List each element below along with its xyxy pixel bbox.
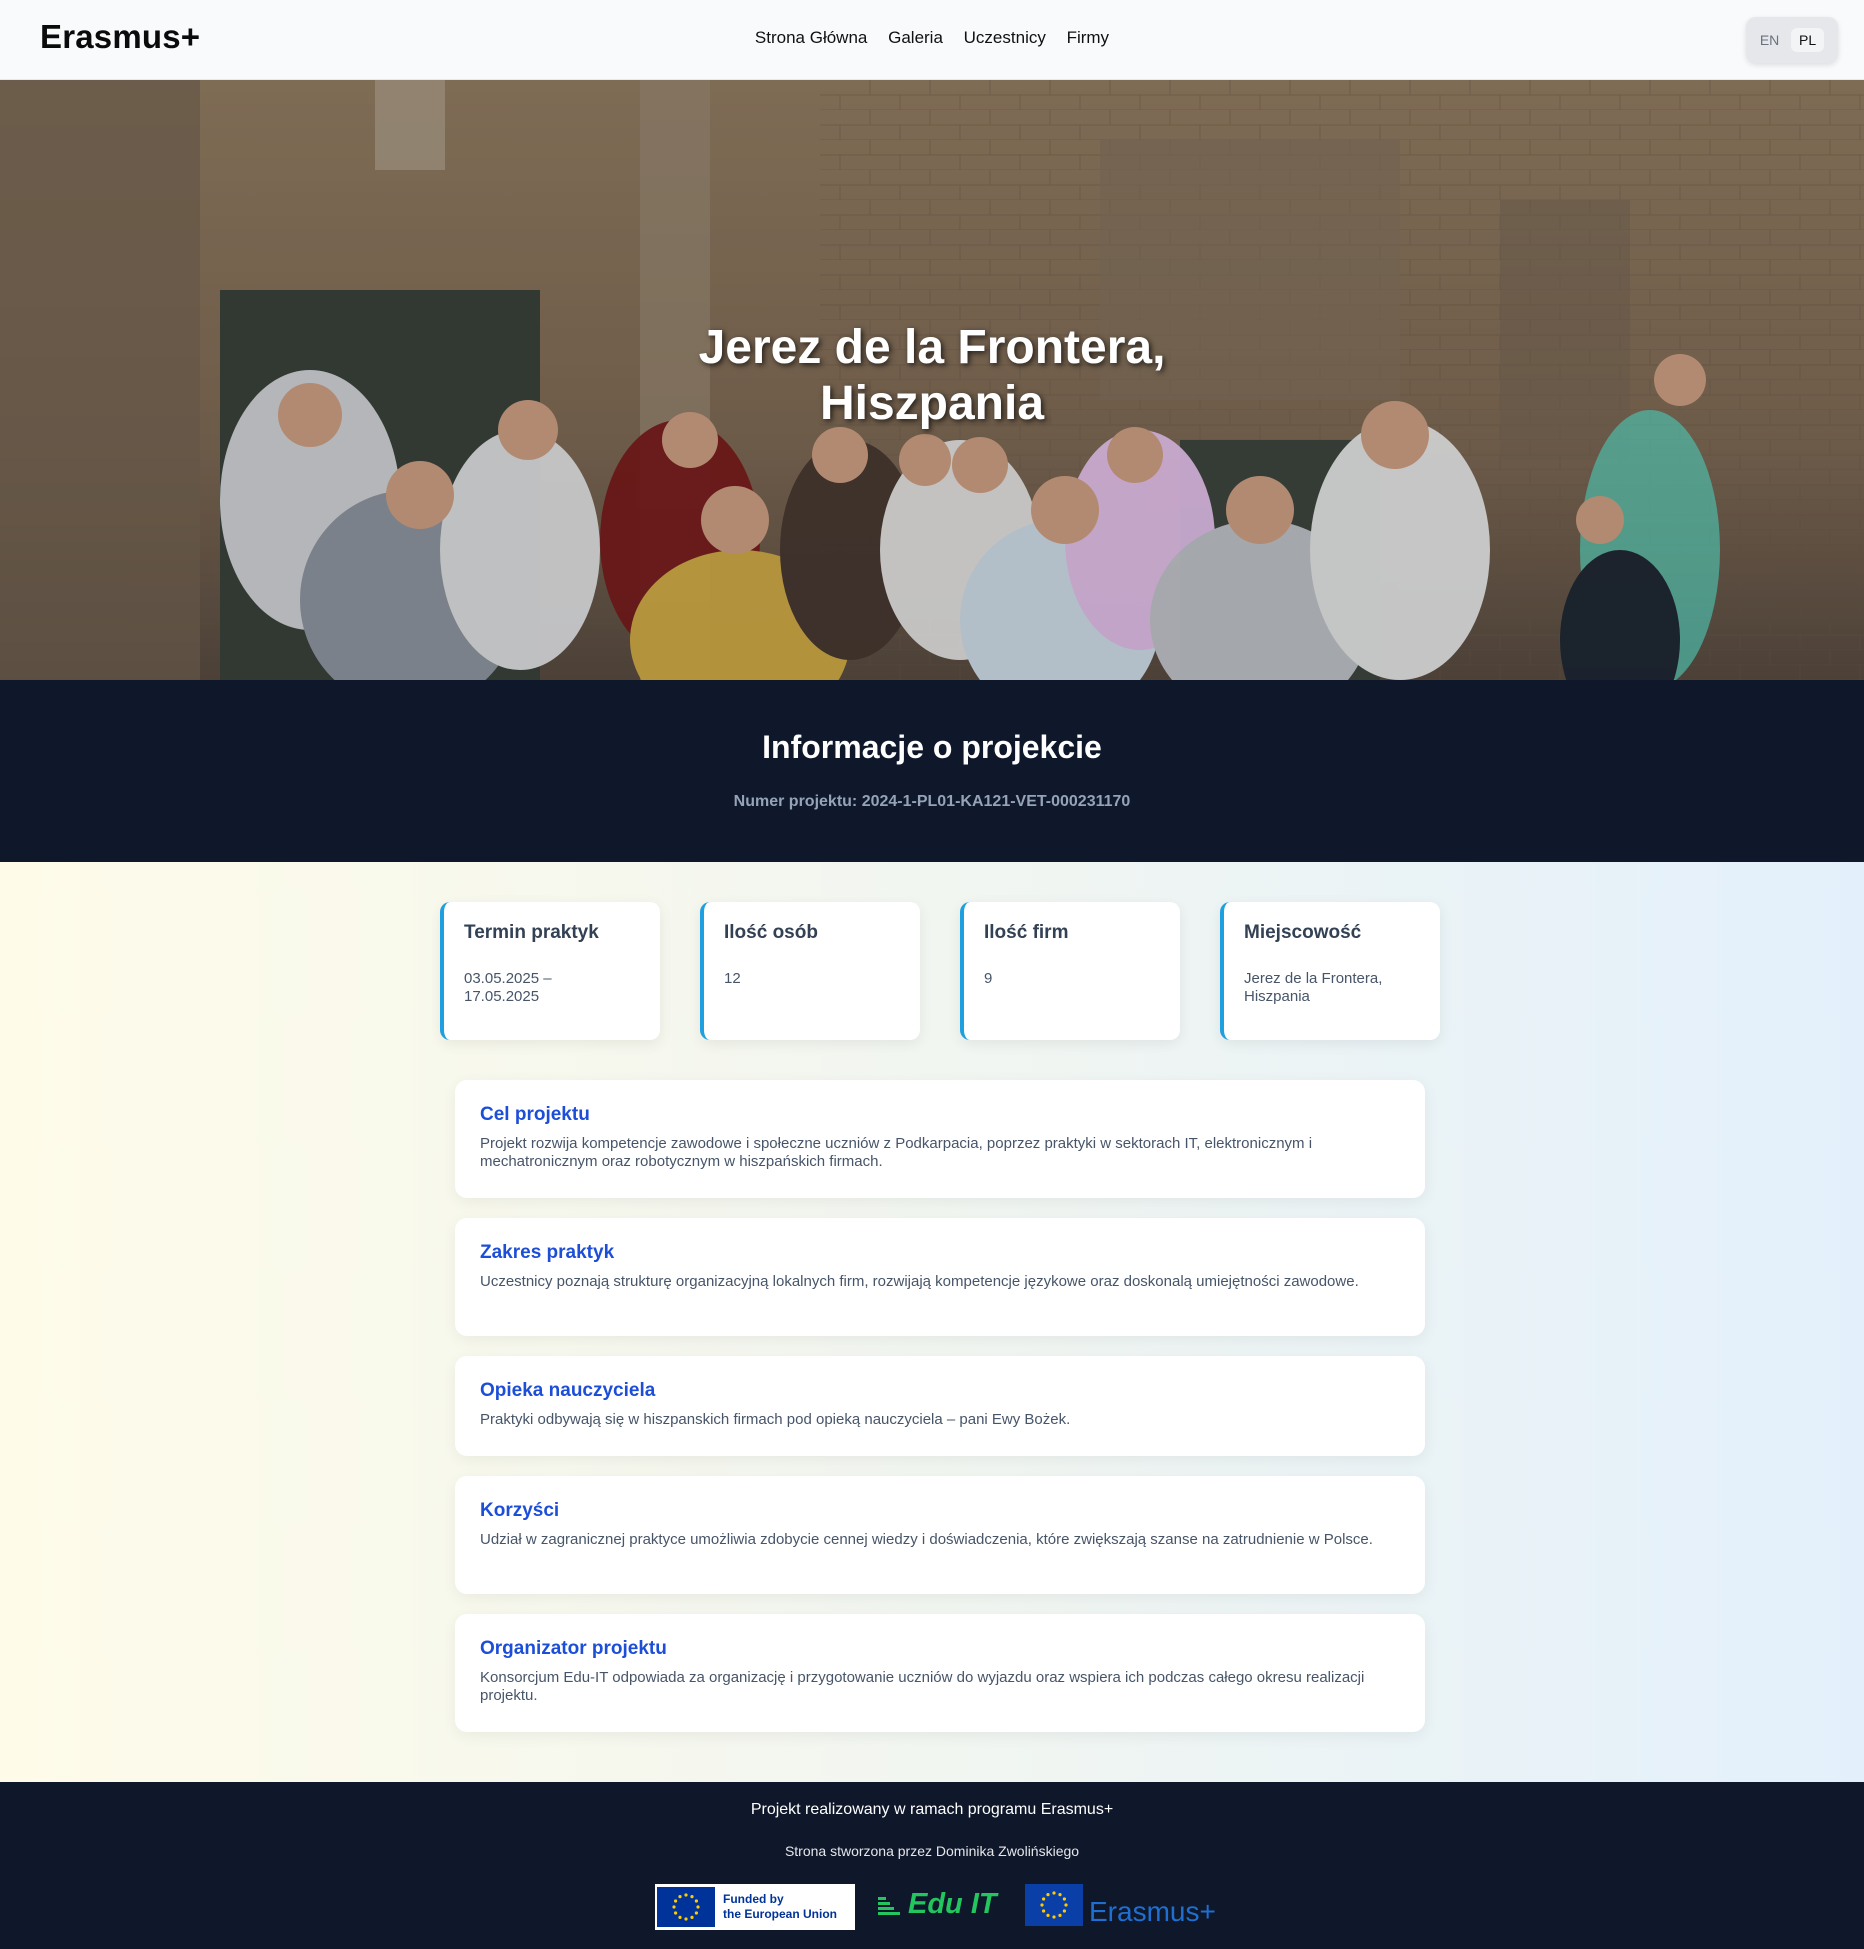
section-title: Cel projektu [480,1104,590,1125]
eu-funded-logo: Funded by the European Union [655,1884,855,1930]
main-content: Termin praktyk 03.05.2025 – 17.05.2025 I… [0,862,1864,1782]
section-card-teacher: Opieka nauczyciela Praktyki odbywają się… [455,1356,1425,1456]
erasmus-plus-logo: Erasmus+ [1025,1884,1216,1926]
project-number: Numer projektu: 2024-1-PL01-KA121-VET-00… [733,793,1131,810]
hero-banner: Jerez de la Frontera, Hiszpania [0,80,1864,680]
section-card-scope: Zakres praktyk Uczestnicy poznają strukt… [455,1218,1425,1336]
main-nav: Strona Główna Galeria Uczestnicy Firmy [0,28,1864,48]
stat-title: Ilość firm [984,922,1069,943]
stat-value: 03.05.2025 – 17.05.2025 [464,970,552,1005]
section-text: Konsorcjum Edu-IT odpowiada za organizac… [480,1669,1365,1704]
stat-title: Ilość osób [724,922,818,943]
stat-value: Jerez de la Frontera, Hiszpania [1244,970,1383,1005]
stat-card-dates: Termin praktyk 03.05.2025 – 17.05.2025 [440,902,660,1040]
section-title: Korzyści [480,1500,560,1521]
nav-link-participants[interactable]: Uczestnicy [964,28,1046,47]
section-card-organizer: Organizator projektu Konsorcjum Edu-IT o… [455,1614,1425,1732]
lang-en-button[interactable]: EN [1760,32,1779,48]
section-text: Udział w zagranicznej praktyce umożliwia… [480,1531,1373,1548]
eu-flag-icon [657,1887,715,1927]
section-title: Zakres praktyk [480,1242,615,1263]
eu-flag-icon [1025,1884,1083,1926]
section-text: Praktyki odbywają się w hiszpanskich fir… [480,1411,1071,1428]
page-footer: Projekt realizowany w ramach programu Er… [0,1782,1864,1949]
nav-link-home[interactable]: Strona Główna [755,28,867,47]
stat-card-people: Ilość osób 12 [700,902,920,1040]
section-title: Opieka nauczyciela [480,1380,656,1401]
lang-pl-button[interactable]: PL [1791,28,1825,52]
hero-title-line1: Jerez de la Frontera, [698,321,1166,374]
eduit-bars-icon [878,1895,900,1915]
section-text: Projekt rozwija kompetencje zawodowe i s… [480,1135,1313,1170]
eduit-logo: Edu IT [878,1888,997,1921]
hero-title: Jerez de la Frontera, Hiszpania [0,320,1864,432]
section-card-goal: Cel projektu Projekt rozwija kompetencje… [455,1080,1425,1198]
eu-logo-line1: Funded by [723,1892,784,1906]
stat-title: Miejscowość [1244,922,1362,943]
section-card-benefits: Korzyści Udział w zagranicznej praktyce … [455,1476,1425,1594]
nav-link-companies[interactable]: Firmy [1067,28,1109,47]
stat-card-location: Miejscowość Jerez de la Frontera, Hiszpa… [1220,902,1440,1040]
stat-card-companies: Ilość firm 9 [960,902,1180,1040]
footer-program-text: Projekt realizowany w ramach programu Er… [750,1801,1114,1818]
nav-link-gallery[interactable]: Galeria [888,28,943,47]
stat-value: 9 [984,970,993,987]
erasmus-logo-text: Erasmus+ [1089,1896,1216,1927]
stat-value: 12 [724,970,741,987]
stat-title: Termin praktyk [464,922,599,943]
top-navbar: Erasmus+ Strona Główna Galeria Uczestnic… [0,0,1864,80]
info-heading: Informacje o projekcie [762,729,1102,765]
section-text: Uczestnicy poznają strukturę organizacyj… [480,1273,1359,1290]
eu-logo-line2: the European Union [723,1907,837,1921]
language-switcher: EN PL [1746,17,1838,63]
eduit-logo-text: Edu IT [908,1888,997,1920]
hero-title-line2: Hiszpania [819,377,1045,430]
footer-author-text: Strona stworzona przez Dominika Zwolińsk… [784,1843,1080,1859]
project-info-band: Informacje o projekcie Numer projektu: 2… [0,680,1864,862]
section-title: Organizator projektu [480,1638,667,1659]
